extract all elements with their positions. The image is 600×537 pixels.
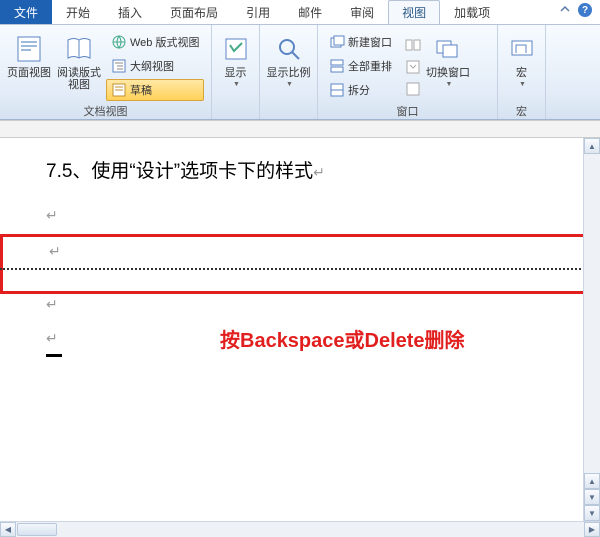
reading-view-icon xyxy=(63,33,95,65)
group-label-views: 文档视图 xyxy=(6,103,205,119)
show-icon xyxy=(220,33,252,65)
switch-window-icon xyxy=(432,33,464,65)
prev-page-button[interactable]: ▲ xyxy=(584,473,600,489)
paragraph-mark: ↵ xyxy=(46,330,58,347)
section-break-line xyxy=(0,268,600,270)
page-view-icon xyxy=(13,33,45,65)
scroll-right-button[interactable]: ▶ xyxy=(584,522,600,537)
document-area[interactable]: 7.5、使用“设计”选项卡下的样式↵ ↵ ↵ ↵ 按Backspace或Dele… xyxy=(0,138,600,521)
tab-view[interactable]: 视图 xyxy=(388,0,440,24)
outline-view-button[interactable]: 大纲视图 xyxy=(106,55,204,77)
group-label-zoom xyxy=(266,103,311,119)
zoom-icon xyxy=(273,33,305,65)
ribbon-tabstrip: 文件 开始 插入 页面布局 引用 邮件 审阅 视图 加载项 ? xyxy=(0,0,600,25)
arrange-all-button[interactable]: 全部重排 xyxy=(324,55,397,77)
macro-icon xyxy=(506,33,538,65)
annotation-text: 按Backspace或Delete删除 xyxy=(220,324,465,353)
tab-insert[interactable]: 插入 xyxy=(104,0,156,24)
split-icon xyxy=(329,82,345,98)
vertical-scrollbar[interactable]: ▲ ▲ ▼ ▼ xyxy=(583,138,600,521)
tab-mail[interactable]: 邮件 xyxy=(284,0,336,24)
tab-page-layout[interactable]: 页面布局 xyxy=(156,0,232,24)
page-view-button[interactable]: 页面视图 xyxy=(6,27,52,103)
group-label-window: 窗口 xyxy=(324,103,491,119)
horizontal-scrollbar[interactable]: ◀ ▶ xyxy=(0,521,600,537)
text-cursor xyxy=(46,354,62,357)
sync-scroll-icon[interactable] xyxy=(405,59,421,75)
show-button[interactable]: 显示▼ xyxy=(218,27,253,103)
switch-window-button[interactable]: 切换窗口▼ xyxy=(425,27,471,103)
minimize-ribbon-icon[interactable] xyxy=(558,3,572,17)
arrange-all-icon xyxy=(329,58,345,74)
paragraph-mark: ↵ xyxy=(46,296,58,313)
annotation-highlight-box: ↵ xyxy=(0,234,600,294)
side-by-side-icon[interactable] xyxy=(405,37,421,53)
tab-file[interactable]: 文件 xyxy=(0,0,52,24)
web-view-icon xyxy=(111,34,127,50)
next-page-button[interactable]: ▼ xyxy=(584,489,600,505)
ribbon: 页面视图 阅读版式视图 Web 版式视图 大纲视图 草 xyxy=(0,25,600,120)
help-icon[interactable]: ? xyxy=(578,3,592,17)
reset-window-icon[interactable] xyxy=(405,81,421,97)
outline-view-icon xyxy=(111,58,127,74)
reading-view-button[interactable]: 阅读版式视图 xyxy=(56,27,102,103)
zoom-button[interactable]: 显示比例▼ xyxy=(266,27,311,103)
group-label-macro: 宏 xyxy=(504,103,539,119)
paragraph-mark: ↵ xyxy=(46,201,570,229)
web-view-button[interactable]: Web 版式视图 xyxy=(106,31,204,53)
tab-review[interactable]: 审阅 xyxy=(336,0,388,24)
scroll-down-button[interactable]: ▼ xyxy=(584,505,600,521)
paragraph-mark: ↵ xyxy=(49,243,61,260)
scroll-left-button[interactable]: ◀ xyxy=(0,522,16,537)
document-heading: 7.5、使用“设计”选项卡下的样式↵ xyxy=(46,156,570,183)
new-window-icon xyxy=(329,34,345,50)
scroll-up-button[interactable]: ▲ xyxy=(584,138,600,154)
tab-references[interactable]: 引用 xyxy=(232,0,284,24)
tab-addins[interactable]: 加载项 xyxy=(440,0,504,24)
new-window-button[interactable]: 新建窗口 xyxy=(324,31,397,53)
hscroll-thumb[interactable] xyxy=(17,523,57,536)
macro-button[interactable]: 宏▼ xyxy=(504,27,539,103)
draft-view-icon xyxy=(111,82,127,98)
draft-view-button[interactable]: 草稿 xyxy=(106,79,204,101)
tab-home[interactable]: 开始 xyxy=(52,0,104,24)
ruler[interactable] xyxy=(0,120,600,138)
split-button[interactable]: 拆分 xyxy=(324,79,397,101)
